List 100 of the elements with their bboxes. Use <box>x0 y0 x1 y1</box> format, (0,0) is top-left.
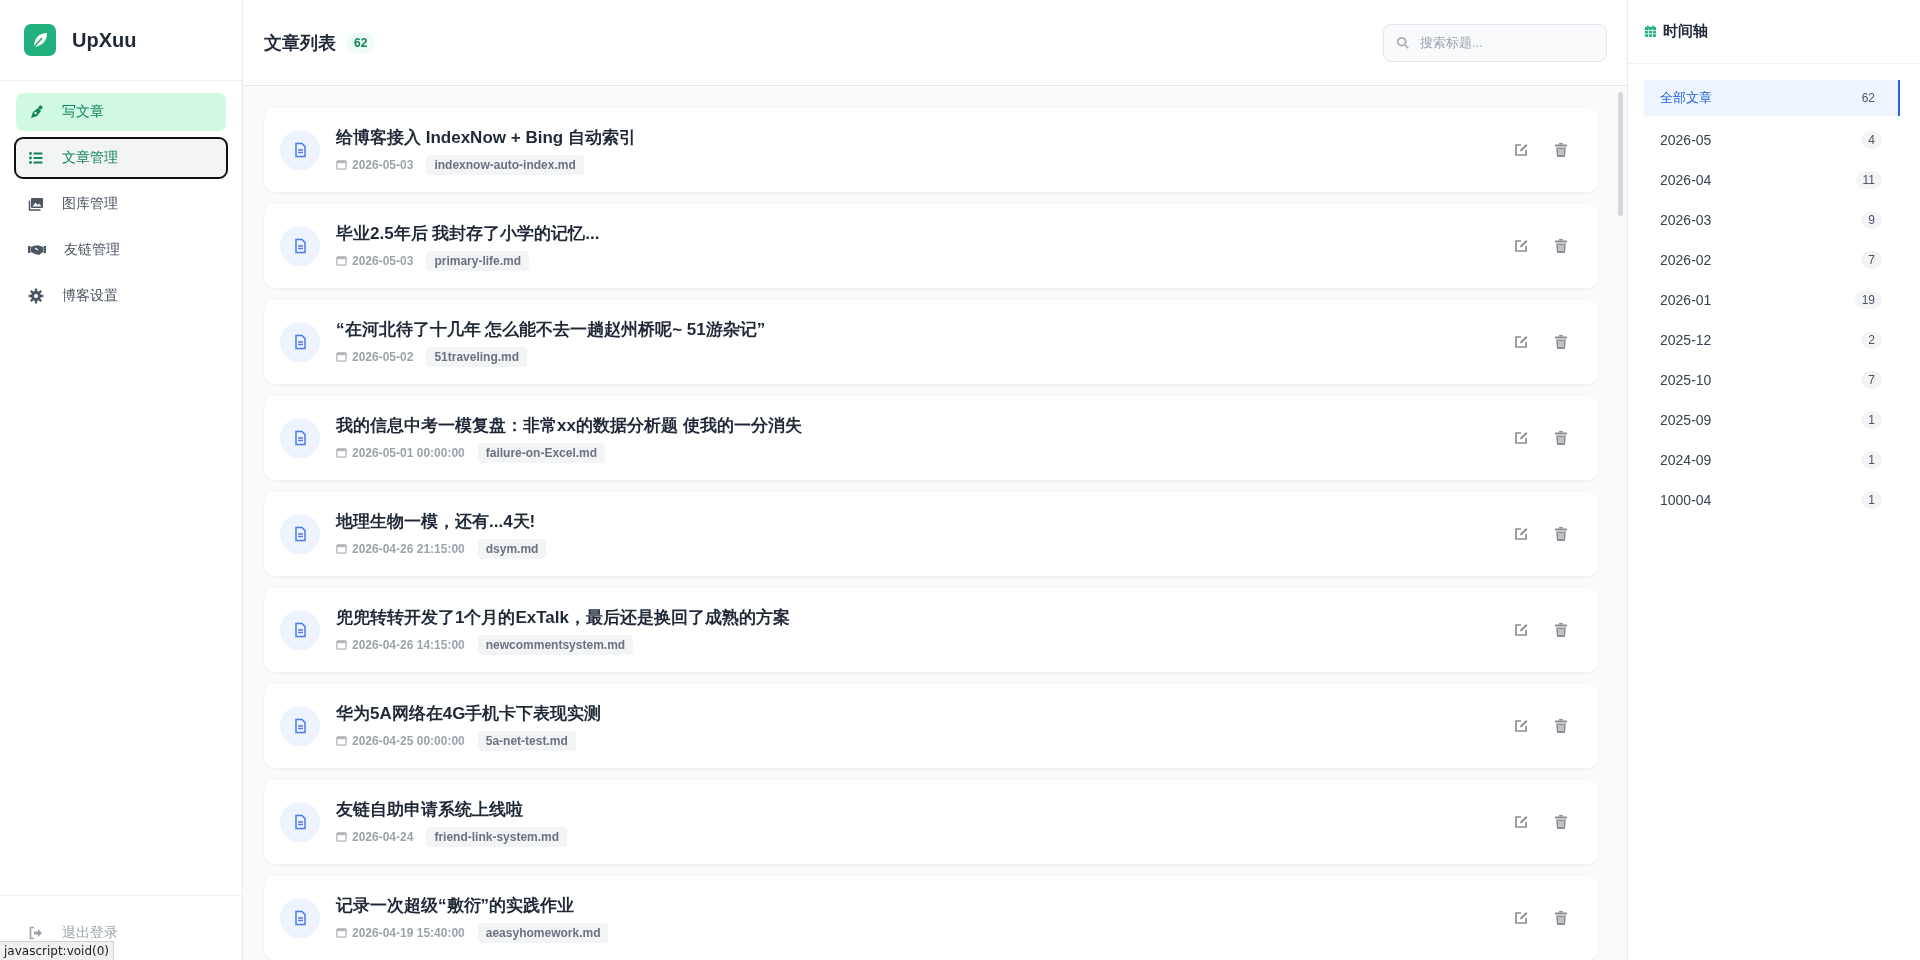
calendar-icon <box>1644 25 1657 38</box>
images-icon <box>28 196 44 212</box>
article-date: 2026-04-25 00:00:00 <box>352 733 465 748</box>
timeline-item[interactable]: 2026-04 11 <box>1644 160 1900 200</box>
timeline-item[interactable]: 1000-04 1 <box>1644 480 1900 520</box>
article-title: 地理生物一模，还有...4天! <box>336 510 537 533</box>
trash-icon <box>1553 430 1569 446</box>
edit-icon <box>1513 910 1529 926</box>
article-count: 1 <box>1861 451 1882 469</box>
file-name-tag: failure-on-Excel.md <box>477 442 606 463</box>
trash-icon <box>1553 526 1569 542</box>
document-icon <box>280 514 320 554</box>
file-name-tag: friend-link-system.md <box>426 826 568 847</box>
brand-name: UpXuu <box>72 28 137 52</box>
article-title: 华为5A网络在4G手机卡下表现实测 <box>336 702 603 725</box>
article-count: 1 <box>1861 491 1882 509</box>
article-title: “在河北待了十几年 怎么能不去一趟赵州桥呢~ 51游杂记” <box>336 318 767 341</box>
article-title: 毕业2.5年后 我封存了小学的记忆... <box>336 222 601 245</box>
search-field[interactable]: 搜索标题... <box>1383 23 1607 62</box>
calendar-icon <box>336 639 347 650</box>
document-icon <box>280 226 320 266</box>
document-icon <box>280 130 320 170</box>
edit-icon <box>1513 238 1529 254</box>
article-date: 2026-04-19 15:40:00 <box>352 925 465 940</box>
settings-icon <box>28 288 44 304</box>
edit-icon <box>1513 622 1529 638</box>
calendar-icon <box>336 735 347 746</box>
nav-item[interactable]: 写文章 <box>16 93 226 131</box>
article-count: 2 <box>1861 331 1882 349</box>
trash-icon <box>1553 622 1569 638</box>
file-name-tag: primary-life.md <box>426 250 530 271</box>
article-count: 19 <box>1854 291 1882 309</box>
article-card[interactable]: 毕业2.5年后 我封存了小学的记忆... 2026-05-03 primary-life.md <box>264 204 1598 288</box>
article-date: 2026-04-26 14:15:00 <box>352 637 465 652</box>
edit-icon <box>1513 430 1529 446</box>
timeline-item[interactable]: 2026-03 9 <box>1644 200 1900 240</box>
article-count: 1 <box>1861 411 1882 429</box>
file-name-tag: aeasyhomework.md <box>477 922 609 943</box>
article-count: 4 <box>1861 131 1882 149</box>
edit-icon <box>1513 526 1529 542</box>
file-name-tag: 51traveling.md <box>426 346 528 367</box>
article-card[interactable]: 给博客接入 IndexNow + Bing 自动索引 2026-05-03 indexnow-auto-index.md <box>264 108 1598 192</box>
file-name-tag: newcommentsystem.md <box>477 634 634 655</box>
article-card[interactable]: 记录一次超级“敷衍”的实践作业 2026-04-19 15:40:00 aeasyhomework.md <box>264 876 1598 960</box>
page-title: 文章列表 <box>264 31 336 55</box>
article-count: 11 <box>1855 171 1882 189</box>
article-date: 2026-05-02 <box>352 349 414 364</box>
scrollbar-thumb[interactable] <box>1618 92 1623 216</box>
nav-item[interactable]: 图库管理 <box>16 185 226 223</box>
timeline-item[interactable]: 2024-09 1 <box>1644 440 1900 480</box>
timeline-title: 时间轴 <box>1663 22 1708 41</box>
article-date: 2026-05-03 <box>352 157 414 172</box>
document-icon <box>280 898 320 938</box>
article-date: 2026-04-26 21:15:00 <box>352 541 465 556</box>
edit-icon <box>1513 718 1529 734</box>
nav-item[interactable]: 博客设置 <box>16 277 226 315</box>
list-icon <box>28 150 44 166</box>
calendar-icon <box>336 927 347 938</box>
nav-item[interactable]: 友链管理 <box>16 231 226 269</box>
article-card[interactable]: 友链自助申请系统上线啦 2026-04-24 friend-link-system.md <box>264 780 1598 864</box>
article-card[interactable]: 地理生物一模，还有...4天! 2026-04-26 21:15:00 dsym.md <box>264 492 1598 576</box>
article-count: 9 <box>1861 211 1882 229</box>
trash-icon <box>1553 238 1569 254</box>
article-card[interactable]: 兜兜转转开发了1个月的ExTalk，最后还是换回了成熟的方案 2026-04-26 14:15:00 newcommentsystem.md <box>264 588 1598 672</box>
article-card[interactable]: “在河北待了十几年 怎么能不去一趟赵州桥呢~ 51游杂记” 2026-05-02 51traveling.md <box>264 300 1598 384</box>
file-name-tag: dsym.md <box>477 538 547 559</box>
document-icon <box>280 802 320 842</box>
nav-item[interactable]: 文章管理 <box>16 139 226 177</box>
trash-icon <box>1553 718 1569 734</box>
calendar-icon <box>336 543 347 554</box>
article-date: 2026-05-03 <box>352 253 414 268</box>
article-title: 给博客接入 IndexNow + Bing 自动索引 <box>336 126 637 149</box>
article-title: 兜兜转转开发了1个月的ExTalk，最后还是换回了成熟的方案 <box>336 606 791 629</box>
timeline-item[interactable]: 2025-10 7 <box>1644 360 1900 400</box>
timeline-item[interactable]: 2026-02 7 <box>1644 240 1900 280</box>
calendar-icon <box>336 351 347 362</box>
article-card[interactable]: 我的信息中考一模复盘：非常xx的数据分析题 使我的一分消失 2026-05-01 00:00:00 failure-on-Excel.md <box>264 396 1598 480</box>
edit-icon <box>1513 142 1529 158</box>
timeline-item[interactable]: 2026-05 4 <box>1644 120 1900 160</box>
article-date: 2026-05-01 00:00:00 <box>352 445 465 460</box>
trash-icon <box>1553 910 1569 926</box>
article-count: 62 <box>346 32 376 53</box>
article-title: 友链自助申请系统上线啦 <box>336 798 524 821</box>
document-icon <box>280 610 320 650</box>
timeline-item[interactable]: 2026-01 19 <box>1644 280 1900 320</box>
document-icon <box>280 706 320 746</box>
article-count: 7 <box>1861 371 1882 389</box>
calendar-icon <box>336 831 347 842</box>
file-name-tag: indexnow-auto-index.md <box>426 154 584 175</box>
document-icon <box>280 418 320 458</box>
file-name-tag: 5a-net-test.md <box>477 730 576 751</box>
article-date: 2026-04-24 <box>352 829 414 844</box>
article-card[interactable]: 华为5A网络在4G手机卡下表现实测 2026-04-25 00:00:00 5a-net-test.md <box>264 684 1598 768</box>
timeline-item[interactable]: 全部文章 62 <box>1644 80 1900 116</box>
document-icon <box>280 322 320 362</box>
calendar-icon <box>336 159 347 170</box>
article-count: 62 <box>1860 90 1876 107</box>
timeline-item[interactable]: 2025-12 2 <box>1644 320 1900 360</box>
trash-icon <box>1553 142 1569 158</box>
timeline-item[interactable]: 2025-09 1 <box>1644 400 1900 440</box>
